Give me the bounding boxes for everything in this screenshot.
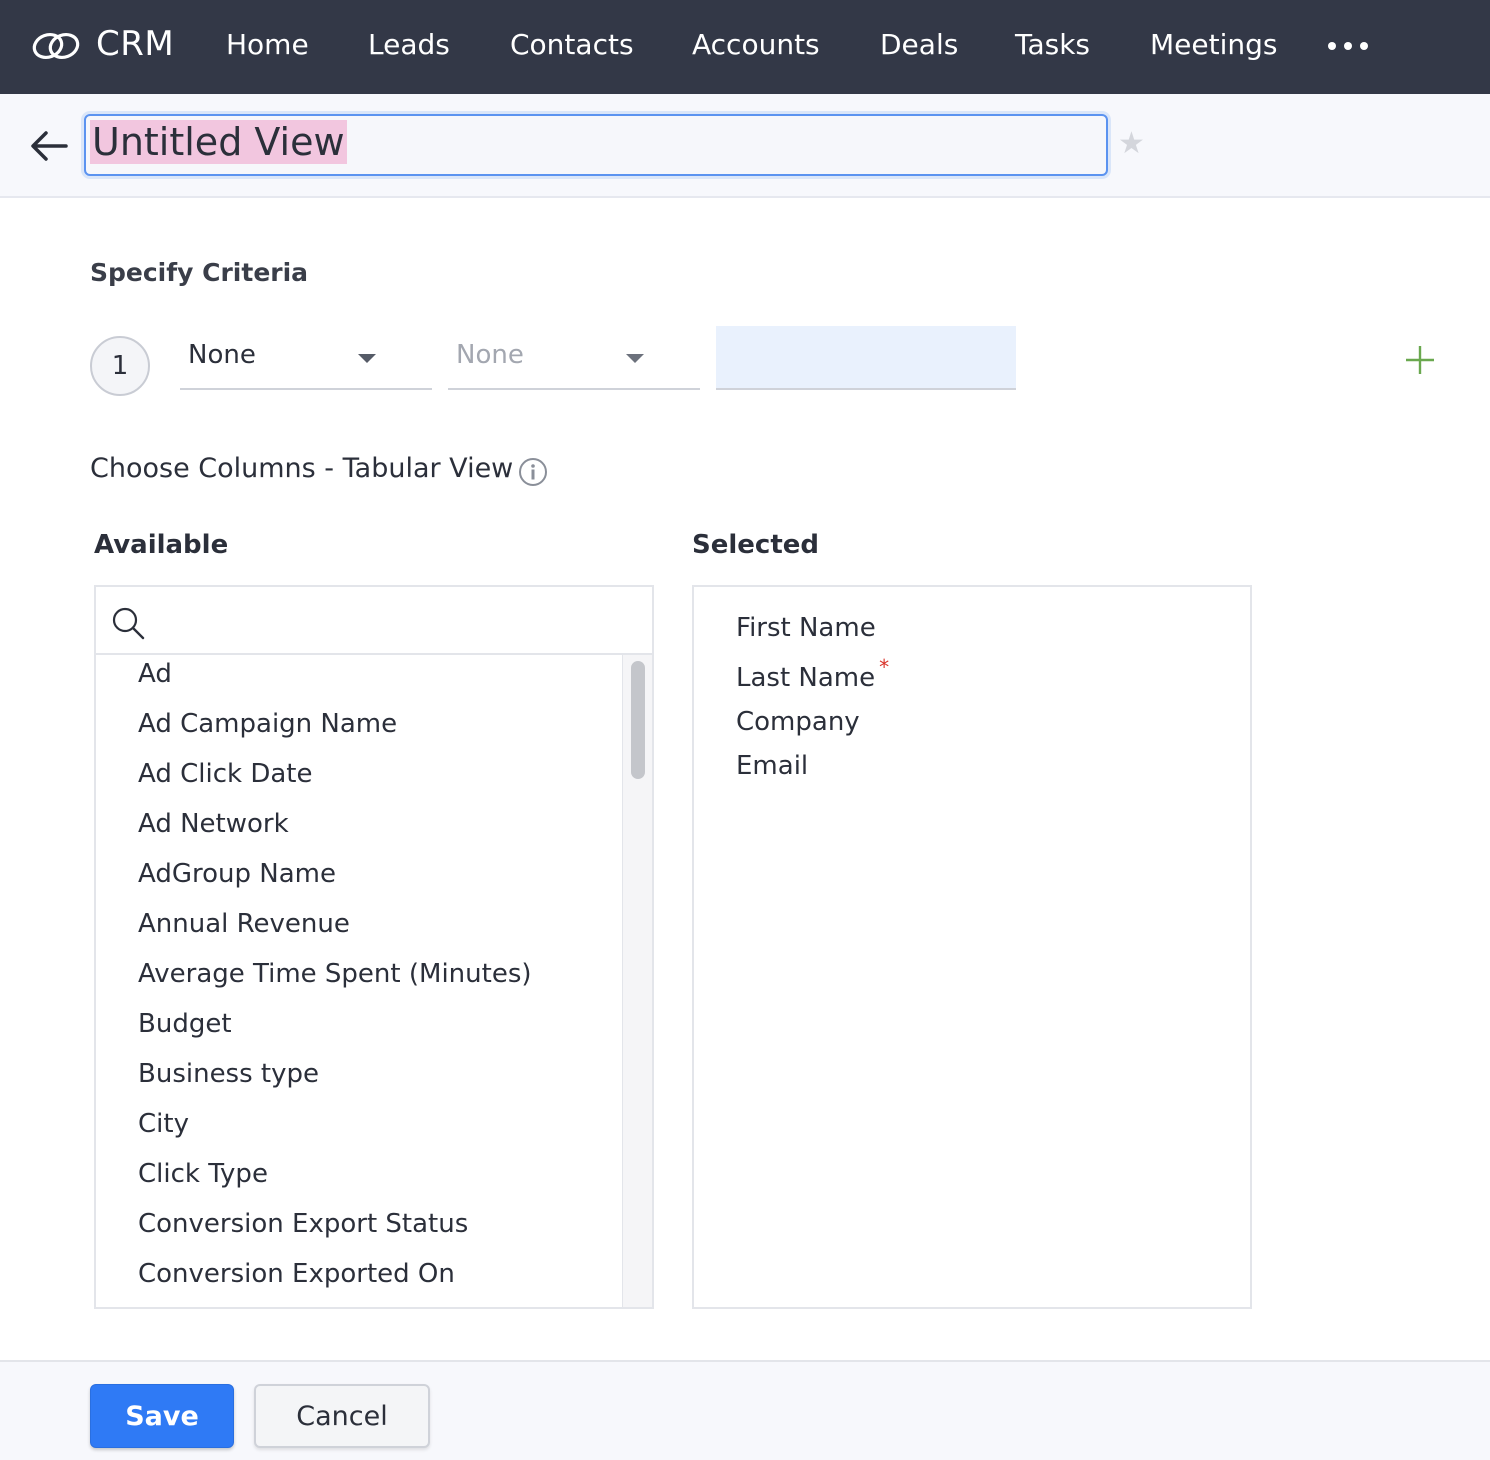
nav-item-meetings[interactable]: Meetings bbox=[1150, 28, 1277, 61]
list-item[interactable]: Conversion Export Status bbox=[138, 1209, 468, 1239]
more-menu-icon[interactable] bbox=[1328, 28, 1368, 64]
selected-item-label: First Name bbox=[736, 613, 876, 643]
criteria-value-input[interactable] bbox=[716, 326, 1016, 390]
column-search-row bbox=[96, 587, 652, 655]
nav-item-tasks[interactable]: Tasks bbox=[1015, 28, 1090, 61]
view-name-text: Untitled View bbox=[90, 120, 347, 164]
nav-item-leads[interactable]: Leads bbox=[368, 28, 450, 61]
criteria-field-value: None bbox=[188, 340, 256, 370]
column-search-input[interactable] bbox=[156, 597, 636, 645]
list-item[interactable]: City bbox=[138, 1109, 189, 1139]
chevron-down-icon bbox=[358, 354, 376, 363]
favorite-star-icon[interactable]: ★ bbox=[1118, 126, 1145, 161]
view-name-input[interactable]: Untitled View bbox=[84, 114, 1108, 176]
nav-item-home[interactable]: Home bbox=[226, 28, 309, 61]
info-icon[interactable] bbox=[518, 457, 548, 487]
chevron-down-icon bbox=[626, 354, 644, 363]
list-item[interactable]: Average Time Spent (Minutes) bbox=[138, 959, 532, 989]
selected-item-label: Company bbox=[736, 707, 860, 737]
list-item[interactable]: Ad Network bbox=[138, 809, 289, 839]
scrollbar-thumb[interactable] bbox=[631, 661, 645, 779]
save-button[interactable]: Save bbox=[90, 1384, 234, 1448]
list-item[interactable]: Annual Revenue bbox=[138, 909, 350, 939]
available-columns-panel: Ad Ad Campaign Name Ad Click Date Ad Net… bbox=[94, 585, 654, 1309]
back-arrow-icon[interactable] bbox=[28, 126, 72, 166]
list-item[interactable]: Conversion Exported On bbox=[138, 1259, 455, 1289]
search-icon bbox=[112, 607, 145, 640]
list-item[interactable]: Click Type bbox=[138, 1159, 268, 1189]
selected-item-label: Email bbox=[736, 751, 809, 781]
nav-item-accounts[interactable]: Accounts bbox=[692, 28, 820, 61]
selected-item-label: Last Name bbox=[736, 663, 876, 693]
criteria-field-select[interactable]: None bbox=[180, 326, 432, 390]
columns-title: Choose Columns - Tabular View bbox=[90, 453, 514, 484]
selected-item-last-name[interactable]: Last Name * bbox=[736, 655, 889, 693]
selected-item-email[interactable]: Email bbox=[736, 751, 808, 781]
available-list-scrollbar[interactable] bbox=[622, 655, 652, 1307]
selected-item-company[interactable]: Company bbox=[736, 707, 860, 737]
cancel-button[interactable]: Cancel bbox=[254, 1384, 430, 1448]
top-nav-bar: CRM Home Leads Contacts Accounts Deals T… bbox=[0, 0, 1490, 94]
criteria-title: Specify Criteria bbox=[90, 258, 309, 287]
selected-label: Selected bbox=[692, 530, 819, 560]
nav-item-contacts[interactable]: Contacts bbox=[510, 28, 634, 61]
list-item[interactable]: AdGroup Name bbox=[138, 859, 336, 889]
available-label: Available bbox=[94, 530, 229, 560]
list-item[interactable]: Budget bbox=[138, 1009, 232, 1039]
view-header: Untitled View ★ bbox=[0, 94, 1490, 198]
crm-logo-icon[interactable] bbox=[30, 26, 82, 66]
nav-item-deals[interactable]: Deals bbox=[880, 28, 958, 61]
criteria-row-number: 1 bbox=[90, 336, 150, 396]
criteria-operator-select[interactable]: None bbox=[448, 326, 700, 390]
required-asterisk: * bbox=[879, 655, 890, 679]
list-item[interactable]: Ad Campaign Name bbox=[138, 709, 397, 739]
brand-name[interactable]: CRM bbox=[96, 24, 174, 64]
add-criteria-plus-icon[interactable] bbox=[1404, 344, 1436, 376]
list-item[interactable]: Ad Click Date bbox=[138, 759, 312, 789]
criteria-operator-value: None bbox=[456, 340, 524, 370]
selected-columns-panel: First Name Last Name * Company Email bbox=[692, 585, 1252, 1309]
form-footer: Save Cancel bbox=[0, 1360, 1490, 1460]
list-item[interactable]: Business type bbox=[138, 1059, 319, 1089]
selected-item-first-name[interactable]: First Name bbox=[736, 613, 876, 643]
list-item[interactable]: Ad bbox=[138, 659, 172, 689]
available-columns-list: Ad Ad Campaign Name Ad Click Date Ad Net… bbox=[96, 655, 622, 1307]
